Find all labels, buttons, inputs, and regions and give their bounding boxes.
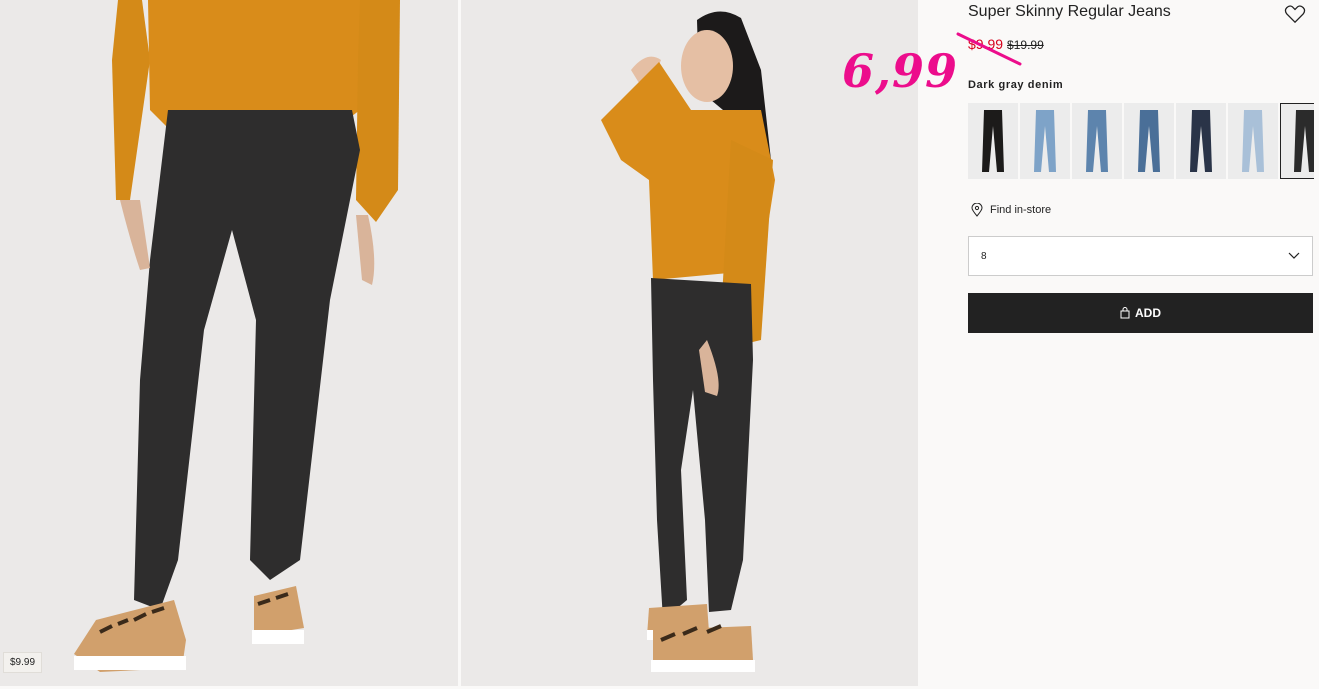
find-in-store-label: Find in-store xyxy=(990,204,1052,216)
size-select[interactable]: 8 xyxy=(968,236,1313,276)
jeans-thumbnail-icon xyxy=(1242,110,1264,172)
find-in-store-link[interactable]: Find in-store xyxy=(970,203,1051,217)
jeans-thumbnail-icon xyxy=(1190,110,1212,172)
model-legs-image xyxy=(0,0,458,686)
location-pin-icon xyxy=(971,203,983,217)
jeans-thumbnail-icon xyxy=(1086,110,1108,172)
model-full-image xyxy=(461,0,918,686)
original-price: $19.99 xyxy=(1007,38,1044,52)
color-swatch[interactable] xyxy=(1176,103,1226,179)
color-name: Dark gray denim xyxy=(968,79,1064,91)
product-image-front[interactable]: $9.99 xyxy=(0,0,458,686)
shopping-bag-icon xyxy=(1120,307,1130,319)
product-image-side[interactable] xyxy=(461,0,918,686)
heart-icon[interactable] xyxy=(1284,4,1306,24)
product-title: Super Skinny Regular Jeans xyxy=(968,3,1171,20)
add-to-bag-button[interactable]: ADD xyxy=(968,293,1313,333)
color-swatch-list xyxy=(968,103,1314,179)
sale-price: $9.99 xyxy=(968,36,1004,52)
color-swatch[interactable] xyxy=(1280,103,1314,179)
add-button-label: ADD xyxy=(1135,306,1161,320)
handwritten-new-price: 6,99 xyxy=(842,44,959,98)
product-info-panel: Super Skinny Regular Jeans $9.99 $19.99 D… xyxy=(956,0,1314,689)
color-swatch[interactable] xyxy=(1228,103,1278,179)
product-page: $9.99 6,99 Super Skinny Regular Jeans $9 xyxy=(0,0,1319,689)
chevron-down-icon xyxy=(1288,252,1300,259)
size-select-value: 8 xyxy=(981,250,987,262)
color-swatch[interactable] xyxy=(968,103,1018,179)
jeans-thumbnail-icon xyxy=(982,110,1004,172)
image-price-tag: $9.99 xyxy=(3,652,43,673)
color-swatch[interactable] xyxy=(1124,103,1174,179)
jeans-thumbnail-icon xyxy=(1138,110,1160,172)
color-swatch[interactable] xyxy=(1020,103,1070,179)
jeans-thumbnail-icon xyxy=(1034,110,1056,172)
color-swatch[interactable] xyxy=(1072,103,1122,179)
price-block: $9.99 $19.99 xyxy=(968,36,1044,52)
jeans-thumbnail-icon xyxy=(1294,110,1314,172)
